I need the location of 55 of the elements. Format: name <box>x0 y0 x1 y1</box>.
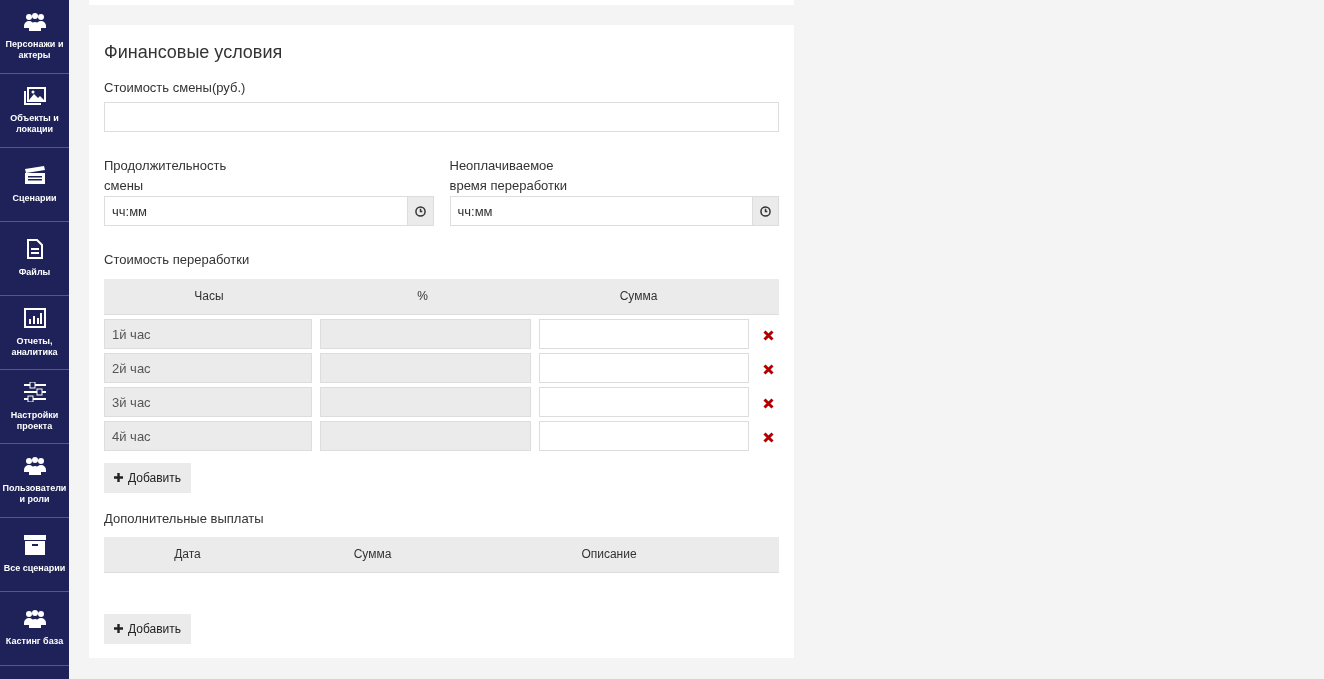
field-label: смены <box>104 177 145 196</box>
column-header: Сумма <box>352 546 393 564</box>
people-icon <box>23 610 46 629</box>
hours-field: 1й час <box>104 318 313 349</box>
sidebar-item[interactable]: Настройки проекта <box>0 370 69 444</box>
sidebar-item[interactable]: Объекты и локации <box>0 74 69 148</box>
sidebar-item[interactable]: Персонажи и актеры <box>0 0 69 74</box>
images-icon <box>23 86 46 105</box>
input-field[interactable] <box>104 102 779 133</box>
delete-icon[interactable] <box>762 363 774 375</box>
sidebar-item[interactable]: Отчеты, аналитика <box>0 296 69 370</box>
sum-input-field[interactable] <box>538 352 750 383</box>
column-header: Сумма <box>618 288 659 306</box>
delete-icon[interactable] <box>762 431 774 443</box>
clock-icon <box>414 205 426 217</box>
hours-field: 2й час <box>104 352 313 383</box>
delete-icon[interactable] <box>762 329 774 341</box>
sliders-icon <box>23 381 46 402</box>
column-header: Описание <box>580 546 638 564</box>
bar-chart-icon <box>23 307 46 328</box>
sidebar-item[interactable]: Файлы <box>0 222 69 296</box>
delete-icon[interactable] <box>762 397 774 409</box>
hours-field: 4й час <box>104 420 313 451</box>
plus-icon <box>114 624 123 634</box>
clock-icon <box>760 205 772 217</box>
sum-input-field[interactable] <box>538 318 750 349</box>
field-label: Продолжительность <box>104 157 228 176</box>
sum-input-field[interactable] <box>538 386 750 417</box>
clock-button[interactable] <box>753 196 779 227</box>
clock-button[interactable] <box>407 196 434 227</box>
column-header: Часы <box>193 288 225 306</box>
field-label: время переработки <box>449 177 568 196</box>
people-icon <box>23 12 46 31</box>
sidebar-item[interactable]: Пользователи и роли <box>0 444 69 518</box>
section-subtitle: Дополнительные выплаты <box>104 509 265 528</box>
time-input-field[interactable]: чч:мм <box>449 196 754 227</box>
hours-field: 3й час <box>104 386 313 417</box>
plus-icon <box>114 473 123 483</box>
sidebar-item[interactable]: Все сценарии <box>0 518 69 592</box>
archive-box-icon <box>23 535 46 556</box>
sidebar-item[interactable]: Кастинг база <box>0 592 69 666</box>
add-button[interactable]: Добавить <box>104 462 192 493</box>
add-button[interactable]: Добавить <box>104 613 192 644</box>
document-icon <box>26 239 43 260</box>
section-title: Финансовые условия <box>104 41 284 64</box>
sum-input-field[interactable] <box>538 420 750 451</box>
sidebar-item[interactable]: Сценарии <box>0 148 69 222</box>
field-label: Неоплачиваемое <box>449 157 555 176</box>
column-header: Дата <box>173 546 202 564</box>
clapperboard-icon <box>23 165 46 186</box>
time-input-field[interactable]: чч:мм <box>104 196 408 227</box>
column-header: % <box>416 288 429 306</box>
field-label: Стоимость смены(руб.) <box>104 79 247 97</box>
section-subtitle: Стоимость переработки <box>104 251 251 270</box>
people-icon <box>23 456 46 475</box>
